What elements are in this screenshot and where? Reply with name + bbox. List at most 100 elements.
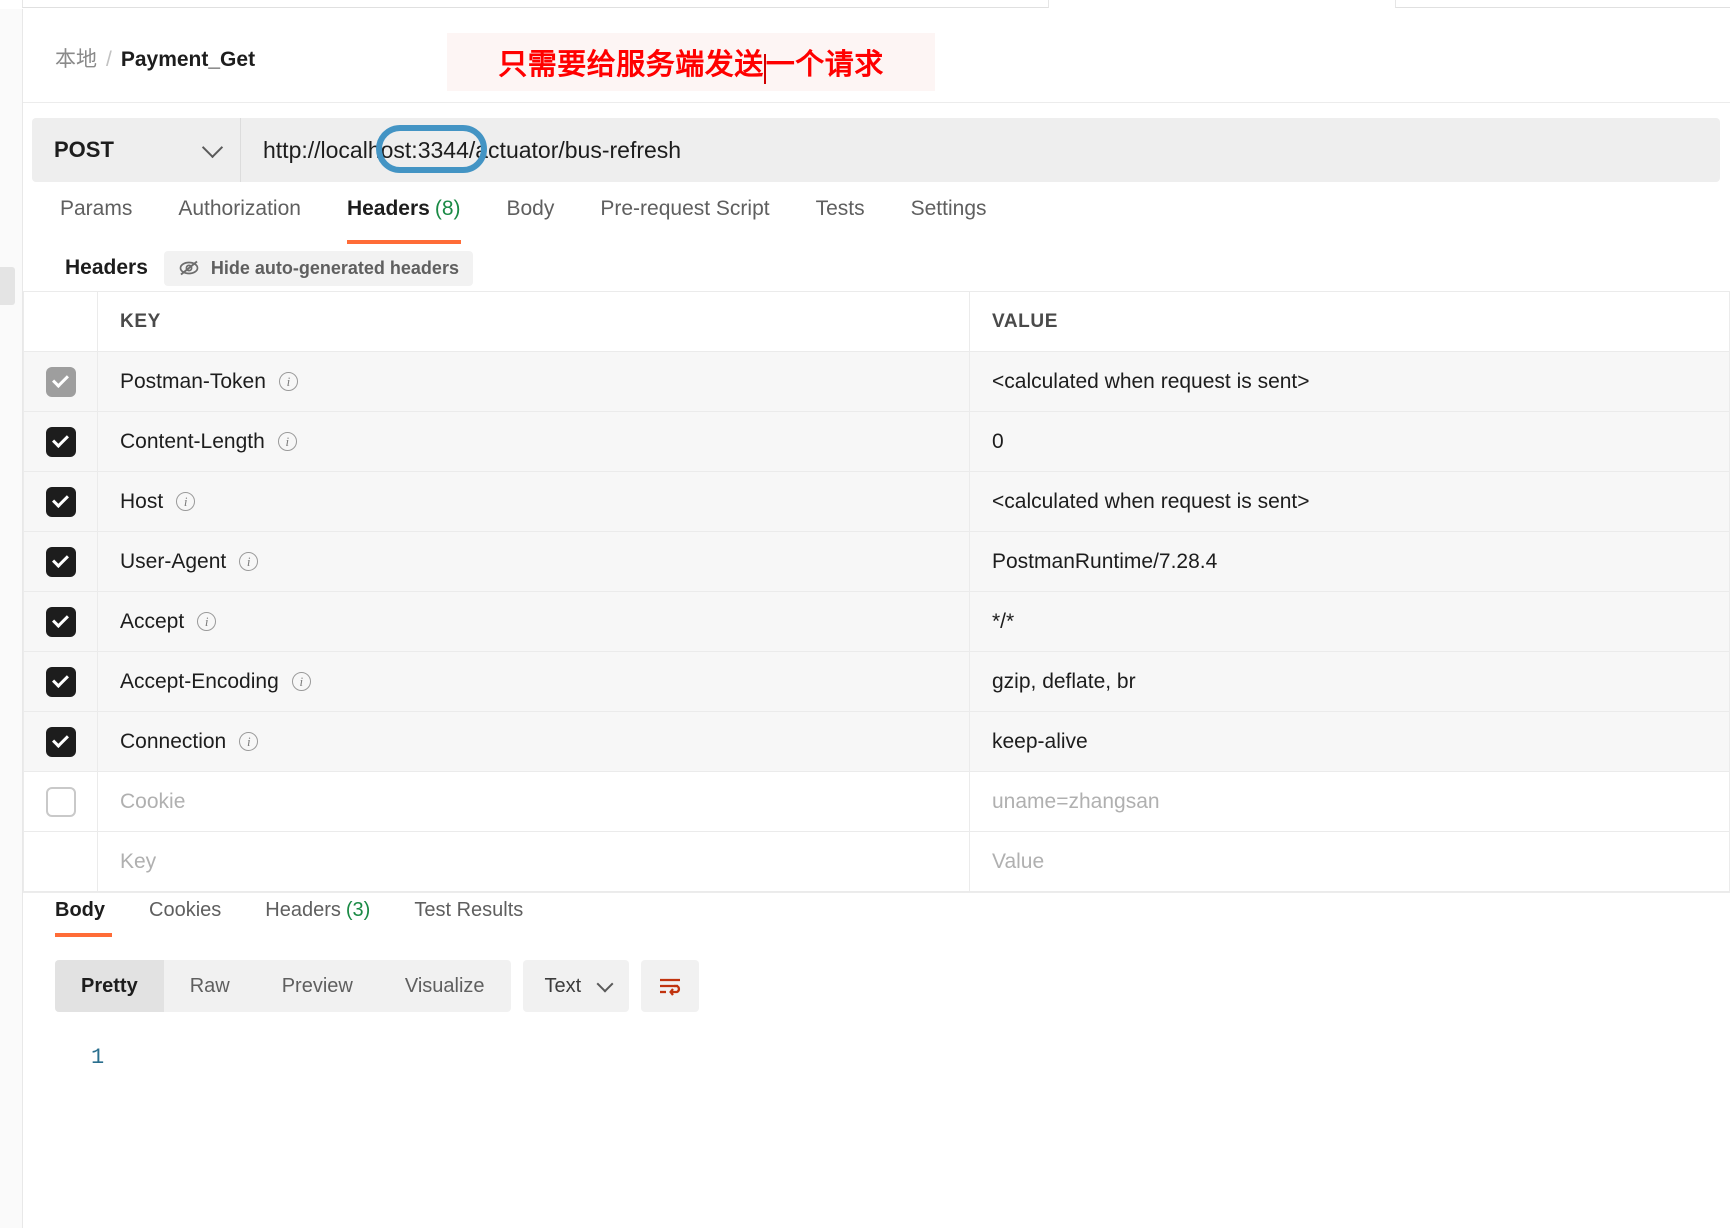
value-cell[interactable]: uname=zhangsan	[969, 771, 1730, 832]
value-input[interactable]: 0	[970, 412, 1729, 471]
table-row[interactable]: Connection i keep-alive	[23, 711, 1730, 772]
check-icon	[52, 491, 69, 508]
value-cell[interactable]: <calculated when request is sent>	[969, 351, 1730, 412]
table-row[interactable]: Content-Length i 0	[23, 411, 1730, 472]
key-input[interactable]: User-Agent i	[98, 532, 969, 591]
table-row[interactable]: Cookie uname=zhangsan	[23, 771, 1730, 832]
key-input[interactable]: Content-Length i	[98, 412, 969, 471]
value-input[interactable]: PostmanRuntime/7.28.4	[970, 532, 1729, 591]
request-tab-bar: Params Authorization Headers (8) Body Pre…	[23, 197, 1730, 245]
response-tab-test-results[interactable]: Test Results	[392, 893, 545, 922]
value-input[interactable]: gzip, deflate, br	[970, 652, 1729, 711]
tab-body[interactable]: Body	[484, 197, 578, 221]
info-icon[interactable]: i	[176, 492, 196, 511]
value-input[interactable]: <calculated when request is sent>	[970, 352, 1729, 411]
value-cell[interactable]: */*	[969, 591, 1730, 652]
info-icon[interactable]: i	[197, 612, 217, 631]
key-cell[interactable]: Key	[97, 831, 970, 892]
info-icon[interactable]: i	[239, 732, 259, 751]
key-cell[interactable]: Content-Length i	[97, 411, 970, 472]
key-cell[interactable]: User-Agent i	[97, 531, 970, 592]
key-cell[interactable]: Accept i	[97, 591, 970, 652]
info-icon[interactable]: i	[239, 552, 259, 571]
value-cell[interactable]: PostmanRuntime/7.28.4	[969, 531, 1730, 592]
key-input[interactable]: Accept-Encoding i	[98, 652, 969, 711]
tab-settings[interactable]: Settings	[888, 197, 1010, 221]
table-row[interactable]: Key Value	[23, 831, 1730, 892]
row-checkbox[interactable]	[45, 606, 76, 637]
key-text: Content-Length	[120, 429, 265, 453]
response-tab-cookies[interactable]: Cookies	[127, 893, 243, 922]
key-input[interactable]: Key	[98, 832, 969, 891]
table-header-row: KEY VALUE	[23, 291, 1730, 352]
key-input[interactable]: Host i	[98, 472, 969, 531]
row-checkbox[interactable]	[45, 546, 76, 577]
key-cell[interactable]: Host i	[97, 471, 970, 532]
breadcrumb-root[interactable]: 本地	[55, 43, 97, 73]
key-input[interactable]: Connection i	[98, 712, 969, 771]
table-row[interactable]: User-Agent i PostmanRuntime/7.28.4	[23, 531, 1730, 592]
tab-tests[interactable]: Tests	[793, 197, 888, 221]
row-checkbox[interactable]	[45, 786, 76, 817]
table-row[interactable]: Accept-Encoding i gzip, deflate, br	[23, 651, 1730, 712]
value-input[interactable]: keep-alive	[970, 712, 1729, 771]
response-format-select[interactable]: Text	[522, 960, 630, 1012]
table-row[interactable]: Host i <calculated when request is sent>	[23, 471, 1730, 532]
value-input[interactable]: uname=zhangsan	[970, 772, 1729, 831]
info-icon[interactable]: i	[277, 432, 297, 451]
info-icon[interactable]: i	[278, 372, 298, 391]
key-text: User-Agent	[120, 549, 227, 573]
response-body-viewer[interactable]: 1	[23, 1023, 1730, 1183]
tab-pre-request-script[interactable]: Pre-request Script	[577, 197, 792, 221]
sidebar-drag-handle[interactable]	[0, 267, 15, 305]
headers-subbar: Headers Hide auto-generated headers	[23, 245, 1730, 291]
page-title[interactable]: Payment_Get	[121, 48, 255, 72]
row-checkbox[interactable]	[45, 666, 76, 697]
view-mode-visualize[interactable]: Visualize	[379, 960, 511, 1012]
row-checkbox[interactable]	[45, 726, 76, 757]
value-text: */*	[992, 609, 1015, 633]
value-text: keep-alive	[992, 729, 1088, 753]
table-row[interactable]: Accept i */*	[23, 591, 1730, 652]
tab-headers[interactable]: Headers (8)	[324, 197, 484, 244]
key-input[interactable]: Accept i	[98, 592, 969, 651]
row-checkbox[interactable]	[45, 486, 76, 517]
response-tab-headers[interactable]: Headers (3)	[243, 893, 392, 922]
row-checkbox[interactable]	[45, 426, 76, 457]
word-wrap-button[interactable]	[641, 960, 700, 1012]
table-row[interactable]: Postman-Token i <calculated when request i…	[23, 351, 1730, 412]
hide-auto-generated-headers-button[interactable]: Hide auto-generated headers	[163, 250, 473, 286]
http-method-select[interactable]: POST	[32, 118, 241, 182]
url-text: http://localhost:3344/actuator/bus-refre…	[263, 136, 682, 163]
value-cell[interactable]: gzip, deflate, br	[969, 651, 1730, 712]
breadcrumb-separator: /	[106, 48, 112, 71]
tab-params[interactable]: Params	[53, 197, 155, 221]
row-checkbox-cell	[23, 651, 98, 712]
key-text: Accept-Encoding	[120, 669, 279, 693]
view-mode-raw[interactable]: Raw	[164, 960, 256, 1012]
key-cell[interactable]: Accept-Encoding i	[97, 651, 970, 712]
response-view-mode-group: Pretty Raw Preview Visualize	[55, 960, 511, 1012]
view-mode-preview[interactable]: Preview	[256, 960, 379, 1012]
key-input[interactable]: Postman-Token i	[98, 352, 969, 411]
response-tab-body[interactable]: Body	[55, 893, 127, 937]
url-input[interactable]: http://localhost:3344/actuator/bus-refre…	[241, 118, 1720, 182]
value-cell[interactable]: keep-alive	[969, 711, 1730, 772]
tab-authorization[interactable]: Authorization	[155, 197, 324, 221]
check-icon	[52, 731, 69, 748]
value-cell[interactable]: <calculated when request is sent>	[969, 471, 1730, 532]
key-cell[interactable]: Cookie	[97, 771, 970, 832]
chevron-down-icon	[596, 975, 614, 992]
row-checkbox-cell	[23, 831, 98, 892]
key-input[interactable]: Cookie	[98, 772, 969, 831]
key-cell[interactable]: Postman-Token i	[97, 351, 970, 412]
view-mode-pretty[interactable]: Pretty	[55, 960, 164, 1012]
row-checkbox[interactable]	[45, 366, 76, 397]
value-cell[interactable]: Value	[969, 831, 1730, 892]
key-cell[interactable]: Connection i	[97, 711, 970, 772]
value-input[interactable]: Value	[970, 832, 1729, 891]
value-input[interactable]: */*	[970, 592, 1729, 651]
value-input[interactable]: <calculated when request is sent>	[970, 472, 1729, 531]
value-cell[interactable]: 0	[969, 411, 1730, 472]
info-icon[interactable]: i	[291, 672, 311, 691]
